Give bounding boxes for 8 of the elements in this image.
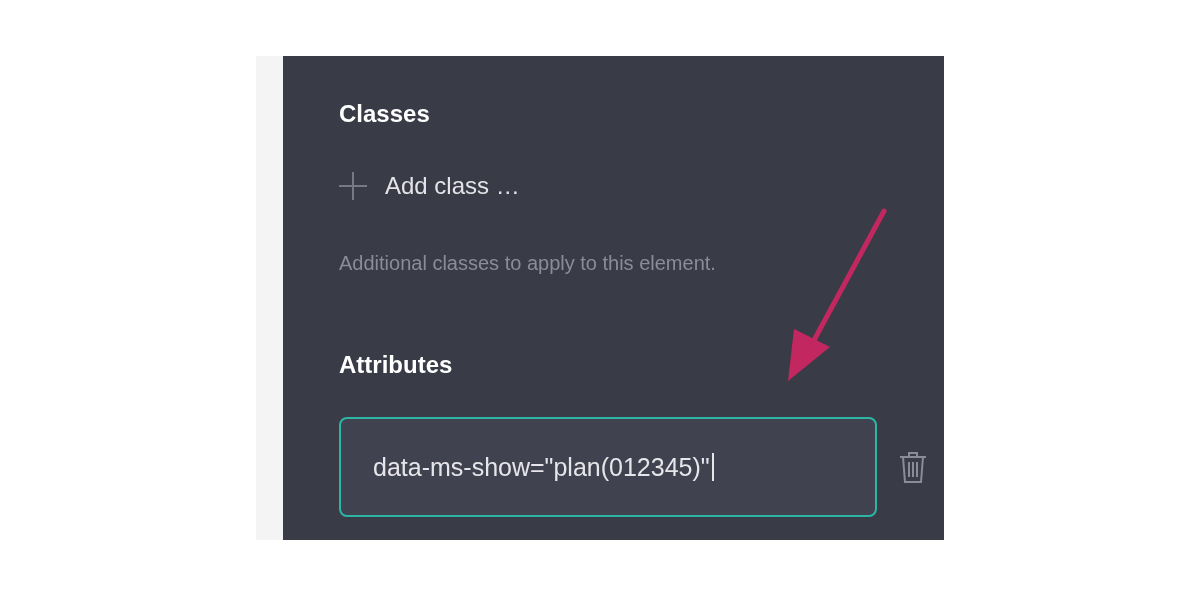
- add-class-button[interactable]: Add class …: [339, 172, 520, 200]
- text-cursor: [711, 453, 714, 481]
- input-field[interactable]: data-ms-show="plan(012345)": [339, 417, 877, 517]
- help-text: Additional classes to apply to this element.: [339, 252, 716, 275]
- plus-icon: [339, 172, 367, 200]
- trash-icon[interactable]: [899, 451, 927, 483]
- section-heading: Classes: [339, 100, 430, 128]
- section-heading: Attributes: [339, 351, 453, 379]
